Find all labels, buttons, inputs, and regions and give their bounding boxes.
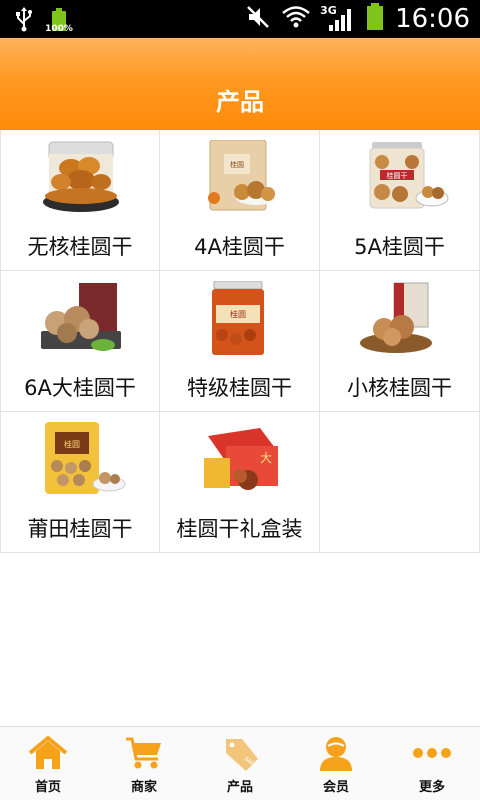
user-icon xyxy=(320,737,352,771)
product-image: 桂圆 xyxy=(45,422,126,494)
product-image: 大 xyxy=(204,428,278,490)
grid-row: 6A大桂圆干 桂圆 特级桂圆干 小核桂圆干 xyxy=(0,271,480,412)
svg-text:桂圆: 桂圆 xyxy=(230,160,244,169)
svg-text:桂圆: 桂圆 xyxy=(64,439,80,449)
status-bar: 100% 3G 16:06 xyxy=(0,0,480,38)
wifi-icon xyxy=(281,4,311,34)
grid-row: 桂圆 莆田桂圆干 大 桂圆干礼盒装 xyxy=(0,412,480,553)
tab-home[interactable]: 首页 xyxy=(0,727,96,801)
product-image: 桂圆 xyxy=(212,281,264,355)
product-image xyxy=(43,141,119,212)
tab-label: 商家 xyxy=(130,780,157,795)
grid-row: 无核桂圆干 桂圆 4A桂圆干 桂圆干 5A桂圆干 xyxy=(0,130,480,271)
product-label: 莆田桂圆干 xyxy=(27,517,133,541)
usb-icon xyxy=(14,6,34,36)
svg-text:桂圆: 桂圆 xyxy=(230,309,246,319)
more-icon xyxy=(413,748,451,758)
product-item[interactable]: 桂圆 4A桂圆干 xyxy=(160,130,320,271)
product-label: 6A大桂圆干 xyxy=(24,376,136,400)
mute-icon xyxy=(245,4,271,34)
product-item[interactable]: 桂圆 特级桂圆干 xyxy=(160,271,320,412)
product-grid: 无核桂圆干 桂圆 4A桂圆干 桂圆干 5A桂圆干 6A大桂圆干 桂圆 特级桂圆干… xyxy=(0,130,480,553)
product-label: 特级桂圆干 xyxy=(187,376,292,400)
battery-percent: 100% xyxy=(45,24,73,34)
tag-icon: sale xyxy=(226,739,259,771)
home-icon xyxy=(28,736,68,769)
product-image: 桂圆干 xyxy=(369,142,449,209)
cart-icon xyxy=(126,737,161,769)
tab-members[interactable]: 会员 xyxy=(288,727,384,801)
battery-full-icon: 100% xyxy=(45,8,73,34)
tab-label: 产品 xyxy=(226,780,253,795)
empty-cell xyxy=(320,412,480,553)
tab-merchants[interactable]: 商家 xyxy=(96,727,192,801)
tab-label: 会员 xyxy=(322,780,349,795)
bottom-tab-bar: 首页 商家 sale 产品 会员 更多 xyxy=(0,726,480,800)
tab-label: 首页 xyxy=(34,780,61,795)
product-label: 桂圆干礼盒装 xyxy=(176,517,303,541)
product-item[interactable]: 桂圆 莆田桂圆干 xyxy=(0,412,160,553)
tab-more[interactable]: 更多 xyxy=(384,727,480,801)
product-item[interactable]: 大 桂圆干礼盒装 xyxy=(160,412,320,553)
product-image xyxy=(41,283,121,351)
page-title: 产品 xyxy=(216,87,264,116)
product-label: 无核桂圆干 xyxy=(27,235,133,259)
product-image: 桂圆 xyxy=(208,140,276,211)
app-header: 产品 xyxy=(0,38,480,130)
product-item[interactable]: 小核桂圆干 xyxy=(320,271,480,412)
product-label: 4A桂圆干 xyxy=(194,235,285,259)
battery-icon xyxy=(365,3,385,35)
product-item[interactable]: 6A大桂圆干 xyxy=(0,271,160,412)
product-image xyxy=(360,282,432,353)
product-label: 小核桂圆干 xyxy=(347,376,452,400)
product-label: 5A桂圆干 xyxy=(354,235,445,259)
svg-text:大: 大 xyxy=(260,451,272,465)
svg-text:桂圆干: 桂圆干 xyxy=(387,171,408,180)
product-item[interactable]: 桂圆干 5A桂圆干 xyxy=(320,130,480,271)
tab-label: 更多 xyxy=(418,780,445,795)
clock: 16:06 xyxy=(395,4,470,34)
tab-products[interactable]: sale 产品 xyxy=(192,727,288,801)
product-item[interactable]: 无核桂圆干 xyxy=(0,130,160,271)
cell-signal-icon: 3G xyxy=(320,4,355,33)
